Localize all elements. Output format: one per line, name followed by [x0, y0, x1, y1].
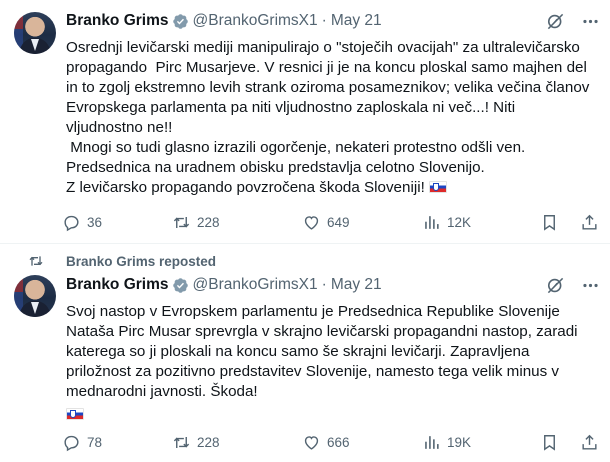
slovenia-flag-icon [66, 408, 84, 420]
like-icon [304, 215, 319, 230]
more-icon[interactable] [581, 12, 600, 31]
tweet-date[interactable]: May 21 [331, 12, 382, 30]
separator: · [321, 12, 327, 29]
author-handle[interactable]: @BrankoGrimsX1 [193, 276, 318, 294]
grok-icon[interactable] [546, 276, 565, 295]
bookmark-icon [544, 434, 555, 451]
tweet-2[interactable]: Branko Grims @BrankoGrimsX1 · May 21 Svo… [0, 245, 610, 462]
repost-icon [173, 216, 190, 228]
tweet-top-actions [546, 276, 600, 295]
tweet-1[interactable]: Branko Grims @BrankoGrimsX1 · May 21 Osr… [0, 0, 610, 244]
bookmark-button[interactable] [540, 433, 559, 452]
views-count: 12K [447, 214, 472, 230]
verified-badge-icon[interactable] [172, 13, 189, 30]
share-button[interactable] [580, 213, 599, 232]
separator: · [321, 276, 327, 293]
share-icon [582, 214, 597, 230]
tweet-top-actions [546, 12, 600, 31]
like-count: 649 [327, 214, 350, 230]
reply-count: 78 [87, 434, 103, 450]
views-button[interactable]: 19K [422, 433, 471, 452]
avatar[interactable] [14, 275, 56, 317]
reply-count: 36 [87, 214, 103, 230]
grok-icon[interactable] [546, 12, 565, 31]
reply-button[interactable]: 78 [62, 433, 102, 452]
reply-button[interactable]: 36 [62, 213, 102, 232]
views-icon [425, 215, 439, 229]
verified-badge-icon[interactable] [172, 277, 189, 294]
bookmark-button[interactable] [540, 213, 559, 232]
share-icon [582, 434, 597, 450]
repost-button[interactable]: 228 [172, 213, 220, 232]
tweet-header: Branko Grims @BrankoGrimsX1 · May 21 [66, 11, 382, 31]
tweet-text-content: Osrednji levičarski mediji manipulirajo … [66, 39, 590, 196]
author-handle[interactable]: @BrankoGrimsX1 [193, 12, 318, 30]
more-icon[interactable] [581, 276, 600, 295]
views-icon [425, 435, 439, 449]
author-name[interactable]: Branko Grims [66, 12, 169, 30]
tweet-flag [66, 406, 84, 424]
like-button[interactable]: 649 [302, 213, 350, 232]
tweet-header: Branko Grims @BrankoGrimsX1 · May 21 [66, 275, 382, 295]
author-name[interactable]: Branko Grims [66, 276, 169, 294]
like-icon [304, 435, 319, 450]
tweet-actions: 78 228 666 19K [62, 431, 602, 453]
repost-button[interactable]: 228 [172, 433, 220, 452]
views-button[interactable]: 12K [422, 213, 471, 232]
repost-count: 228 [197, 434, 220, 450]
views-count: 19K [447, 434, 472, 450]
reply-icon [64, 215, 79, 231]
reply-icon [64, 435, 79, 451]
like-button[interactable]: 666 [302, 433, 350, 452]
tweet-actions: 36 228 649 12K [62, 211, 602, 233]
tweet-date[interactable]: May 21 [331, 276, 382, 294]
repost-count: 228 [197, 214, 220, 230]
slovenia-flag-icon [429, 181, 448, 193]
like-count: 666 [327, 434, 350, 450]
tweet-text: Svoj nastop v Evropskem parlamentu je Pr… [66, 303, 582, 400]
bookmark-icon [544, 214, 555, 231]
share-button[interactable] [580, 433, 599, 452]
avatar[interactable] [14, 12, 56, 54]
tweet-text: Osrednji levičarski mediji manipulirajo … [66, 38, 596, 198]
repost-icon [173, 436, 190, 448]
